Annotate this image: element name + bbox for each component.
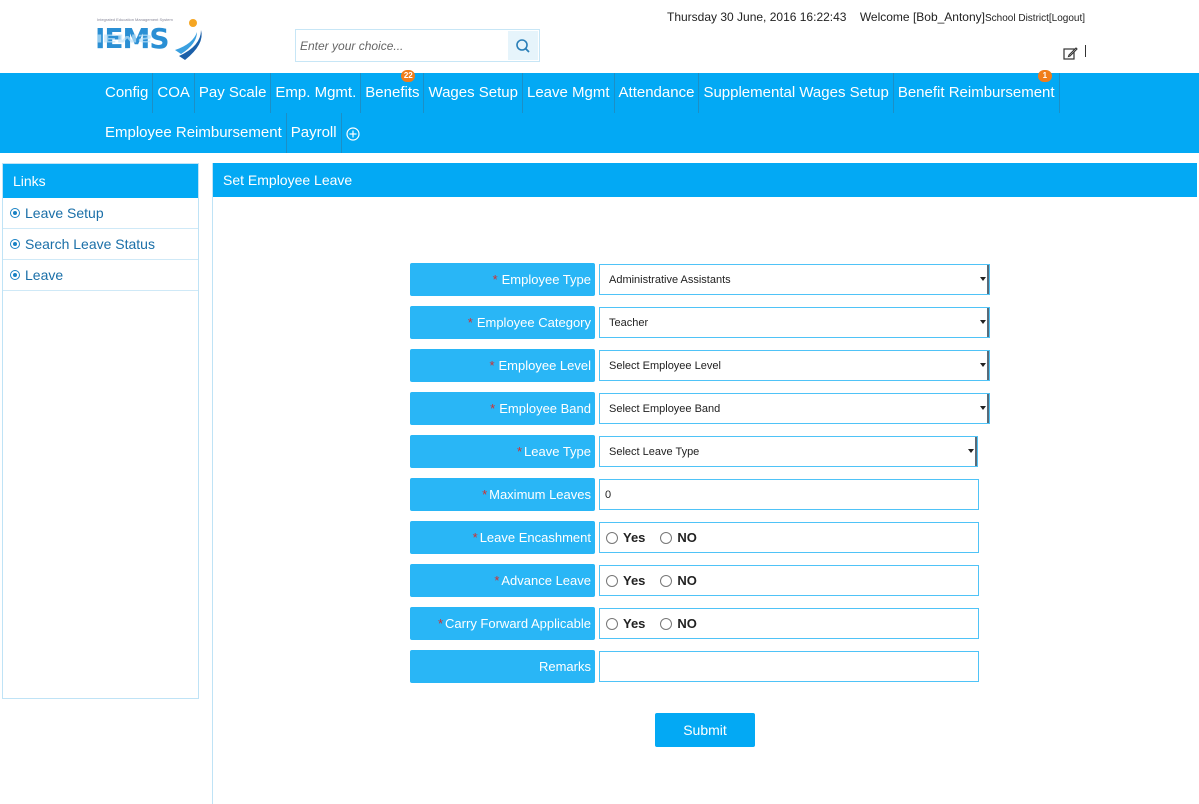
leave-encashment-label: * Leave Encashment	[410, 521, 595, 554]
nav-pay-scale[interactable]: Pay Scale	[195, 73, 272, 113]
add-menu-icon[interactable]	[346, 127, 360, 141]
advance-leave-label: * Advance Leave	[410, 564, 595, 597]
chevron-down-icon	[980, 320, 986, 324]
carry-forward-no[interactable]: NO	[660, 616, 697, 631]
nav-employee-reimbursement[interactable]: Employee Reimbursement	[101, 113, 287, 153]
nav-row-2: Employee Reimbursement Payroll	[101, 113, 360, 153]
advance-leave-options: Yes NO	[599, 565, 979, 596]
radio-button[interactable]	[660, 531, 673, 544]
radio-button[interactable]	[606, 617, 618, 630]
benefit-reimbursement-badge: 1	[1037, 70, 1052, 82]
advance-leave-yes[interactable]: Yes	[606, 573, 645, 588]
employee-category-select[interactable]: Teacher	[599, 307, 990, 338]
welcome-text: Welcome [Bob_Antony]	[859, 10, 985, 24]
remarks-label: Remarks	[410, 650, 595, 683]
current-datetime: Thursday 30 June, 2016 16:22:43	[667, 10, 847, 24]
iems-logo[interactable]: Integrated Education Management System I…	[95, 14, 215, 66]
link-leave[interactable]: Leave	[3, 260, 198, 291]
search-input[interactable]	[298, 32, 510, 59]
advance-leave-no[interactable]: NO	[660, 573, 697, 588]
employee-level-select[interactable]: Select Employee Level	[599, 350, 990, 381]
carry-forward-options: Yes NO	[599, 608, 979, 639]
radio-button[interactable]	[606, 574, 618, 587]
edit-icon[interactable]	[1063, 46, 1078, 61]
nav-leave-mgmt[interactable]: Leave Mgmt	[523, 73, 615, 113]
link-search-leave-status[interactable]: Search Leave Status	[3, 229, 198, 260]
radio-button[interactable]	[606, 531, 618, 544]
employee-band-label: * Employee Band	[410, 392, 595, 425]
employee-type-select[interactable]: Administrative Assistants	[599, 264, 990, 295]
chevron-down-icon	[980, 406, 986, 410]
search-button[interactable]	[508, 31, 538, 60]
nav-wages-setup[interactable]: Wages Setup	[424, 73, 523, 113]
carry-forward-yes[interactable]: Yes	[606, 616, 645, 631]
form-title: Set Employee Leave	[213, 163, 1197, 197]
header-separator	[1085, 45, 1086, 57]
nav-benefit-reimbursement[interactable]: Benefit Reimbursement 1	[894, 70, 1060, 113]
bullet-icon	[10, 239, 20, 249]
main-nav: Config COA Pay Scale Emp. Mgmt. Benefits…	[0, 70, 1199, 153]
chevron-down-icon	[980, 277, 986, 281]
benefits-badge: 22	[401, 70, 416, 82]
employee-type-label: * Employee Type	[410, 263, 595, 296]
radio-button[interactable]	[660, 617, 673, 630]
nav-attendance[interactable]: Attendance	[615, 73, 700, 113]
leave-encashment-no[interactable]: NO	[660, 530, 697, 545]
nav-row-1: Config COA Pay Scale Emp. Mgmt. Benefits…	[101, 70, 1060, 113]
employee-level-label: * Employee Level	[410, 349, 595, 382]
radio-button[interactable]	[660, 574, 673, 587]
maximum-leaves-label: * Maximum Leaves	[410, 478, 595, 511]
nav-emp-mgmt[interactable]: Emp. Mgmt.	[271, 73, 362, 113]
leave-encashment-options: Yes NO	[599, 522, 979, 553]
employee-category-label: * Employee Category	[410, 306, 595, 339]
nav-payroll[interactable]: Payroll	[287, 113, 342, 153]
logo-swoosh-icon	[175, 19, 202, 60]
nav-supplemental-wages-setup[interactable]: Supplemental Wages Setup	[699, 73, 894, 113]
leave-type-label: * Leave Type	[410, 435, 595, 468]
remarks-input[interactable]	[599, 651, 979, 682]
links-panel: Links Leave Setup Search Leave Status Le…	[2, 163, 199, 699]
chevron-down-icon	[980, 363, 986, 367]
leave-type-select[interactable]: Select Leave Type	[599, 436, 978, 467]
search-icon	[516, 38, 530, 53]
nav-config[interactable]: Config	[101, 73, 154, 113]
bullet-icon	[10, 208, 20, 218]
nav-coa[interactable]: COA	[153, 73, 195, 113]
chevron-down-icon	[968, 449, 974, 453]
employee-band-select[interactable]: Select Employee Band	[599, 393, 990, 424]
carry-forward-label: * Carry Forward Applicable	[410, 607, 595, 640]
maximum-leaves-input[interactable]: 0	[599, 479, 979, 510]
logo-reflection: IEMS	[95, 31, 152, 45]
leave-encashment-yes[interactable]: Yes	[606, 530, 645, 545]
search-box	[295, 29, 540, 62]
links-title: Links	[3, 164, 198, 198]
logout-link[interactable]: [Logout]	[1049, 13, 1085, 24]
submit-button[interactable]: Submit	[655, 713, 755, 747]
bullet-icon	[10, 270, 20, 280]
link-leave-setup[interactable]: Leave Setup	[3, 198, 198, 229]
header-info: Thursday 30 June, 2016 16:22:43 Welcome …	[667, 10, 1085, 24]
nav-benefits[interactable]: Benefits 22	[361, 70, 425, 113]
district-text: School District	[985, 13, 1049, 24]
